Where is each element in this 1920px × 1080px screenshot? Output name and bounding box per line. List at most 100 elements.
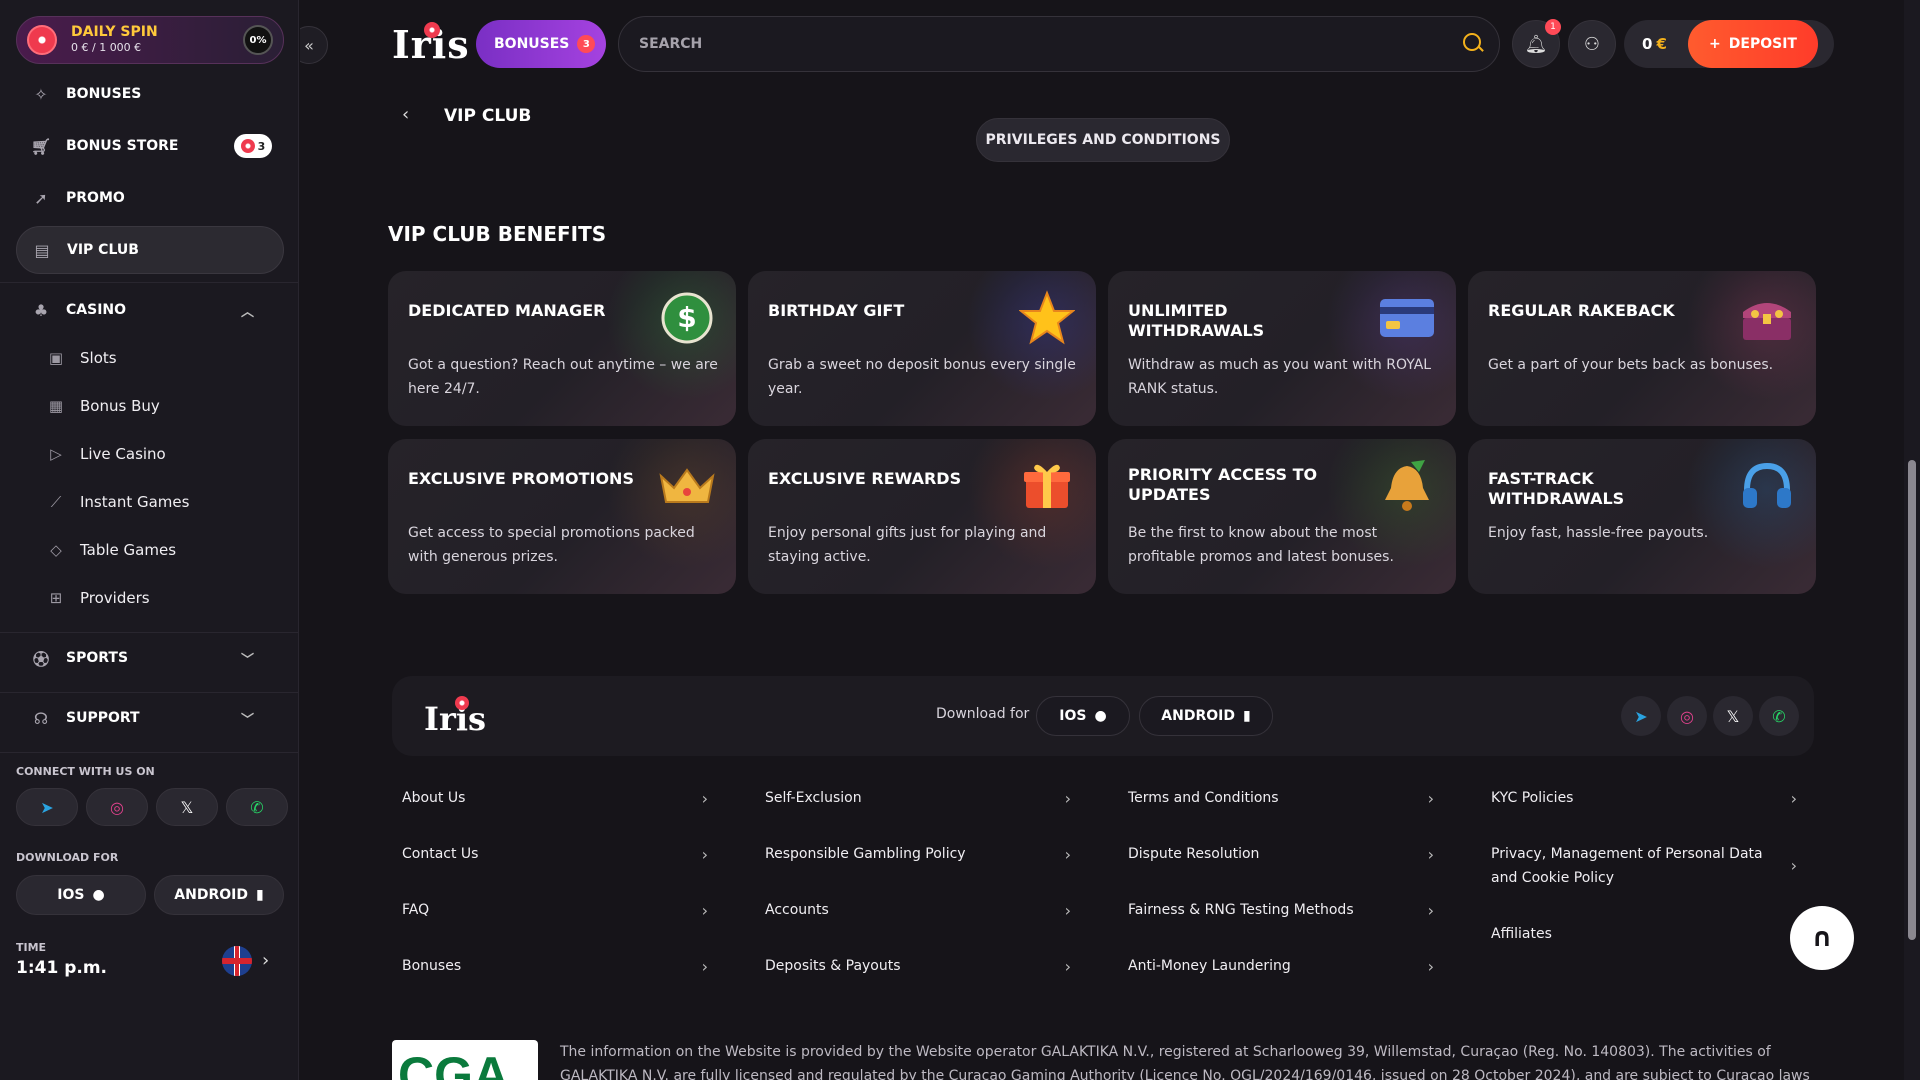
footer-ios-button[interactable]: IOS ● <box>1036 696 1130 736</box>
android-download-button[interactable]: ANDROID ▮ <box>154 875 284 915</box>
profile-button[interactable]: ⚇ <box>1568 20 1616 68</box>
collapse-sidebar-button[interactable]: « <box>300 26 328 64</box>
scrollbar-thumb[interactable] <box>1908 460 1916 940</box>
chevron-down-icon: ﹀ <box>240 712 254 728</box>
sidebar-item-live-casino[interactable]: ▷ Live Casino <box>46 434 166 474</box>
uk-flag-icon[interactable] <box>222 946 252 976</box>
footer-link-deposits-payouts[interactable]: Deposits & Payouts › <box>765 954 1071 978</box>
sidebar-item-vip-club[interactable]: ▤ VIP CLUB <box>16 226 284 274</box>
chevron-left-icon: « <box>304 35 314 55</box>
card-title: FAST-TRACK WITHDRAWALS <box>1488 469 1625 508</box>
search-icon[interactable] <box>1463 33 1481 51</box>
sidebar-item-table-games[interactable]: ◇ Table Games <box>46 530 176 570</box>
footer-link-dispute-resolution[interactable]: Dispute Resolution › <box>1128 842 1434 866</box>
ios-download-button[interactable]: IOS ● <box>16 875 146 915</box>
support-chat-button[interactable]: ∩ <box>1790 906 1854 970</box>
deposit-button[interactable]: + DEPOSIT <box>1688 20 1818 68</box>
cart-icon: 🛒︎ <box>30 136 52 156</box>
footer-android-button[interactable]: ANDROID ▮ <box>1139 696 1273 736</box>
footer-link-terms[interactable]: Terms and Conditions › <box>1128 786 1434 810</box>
search-bar[interactable] <box>618 16 1500 72</box>
headphones-icon <box>1738 457 1796 515</box>
footer-link-accounts[interactable]: Accounts › <box>765 898 1071 922</box>
time-label: TIME <box>16 941 47 954</box>
link-label: Deposits & Payouts <box>765 958 901 974</box>
headset-icon: ☊ <box>33 708 49 728</box>
footer-link-kyc[interactable]: KYC Policies › <box>1491 786 1797 810</box>
telegram-icon[interactable]: ➤ <box>16 788 78 826</box>
link-label: Affiliates <box>1491 926 1552 942</box>
card-title: PRIORITY ACCESS TO UPDATES <box>1128 465 1318 504</box>
sub-item-label: Slots <box>80 349 117 367</box>
footer-link-aml[interactable]: Anti-Money Laundering › <box>1128 954 1434 978</box>
card-title: BIRTHDAY GIFT <box>768 301 905 320</box>
footer-link-privacy[interactable]: Privacy, Management of Personal Data and… <box>1491 842 1797 890</box>
x-icon[interactable]: 𝕏 <box>1713 696 1753 736</box>
cga-logo[interactable]: CGA <box>392 1040 538 1080</box>
deposit-label: DEPOSIT <box>1728 36 1797 52</box>
whatsapp-icon[interactable]: ✆ <box>226 788 288 826</box>
card-desc: Enjoy fast, hassle-free payouts. <box>1488 525 1709 541</box>
footer-link-fairness-rng[interactable]: Fairness & RNG Testing Methods › <box>1128 898 1434 922</box>
gift-box-icon: ▦ <box>48 397 64 415</box>
casino-icon: ♣ <box>33 300 49 320</box>
casino-section-toggle[interactable]: ♣ CASINO ︿ <box>16 286 284 334</box>
sports-section-toggle[interactable]: ⚽︎ SPORTS ﹀ <box>16 634 284 682</box>
balance-amount: 0 <box>1642 35 1653 53</box>
daily-spin-widget[interactable]: DAILY SPIN 0 € / 1 000 € 0% <box>16 16 284 64</box>
android-label: ANDROID <box>1161 708 1235 724</box>
footer-link-bonuses[interactable]: Bonuses › <box>402 954 708 978</box>
bonuses-button[interactable]: BONUSES 3 <box>476 20 606 68</box>
footer-link-contact-us[interactable]: Contact Us › <box>402 842 708 866</box>
chevron-right-icon: › <box>1064 900 1071 920</box>
sub-item-label: Table Games <box>80 541 177 559</box>
sidebar-item-slots[interactable]: ▣ Slots <box>46 338 117 378</box>
social-links: ➤ ◎ 𝕏 ✆ <box>16 788 288 826</box>
play-icon: ▷ <box>50 445 62 463</box>
ios-label: IOS <box>1059 708 1087 724</box>
card-desc: Withdraw as much as you want with ROYAL … <box>1128 357 1432 397</box>
sidebar-item-bonus-store[interactable]: 🛒︎ BONUS STORE 3 <box>16 122 284 170</box>
sidebar-item-promo[interactable]: ➚ PROMO <box>16 174 284 222</box>
privileges-button[interactable]: PRIVILEGES AND CONDITIONS <box>976 118 1230 162</box>
card-desc: Got a question? Reach out anytime – we a… <box>408 357 718 397</box>
bonuses-label: BONUSES <box>494 36 570 52</box>
badge-count: 3 <box>257 139 266 153</box>
footer-link-faq[interactable]: FAQ › <box>402 898 708 922</box>
sidebar-item-instant-games[interactable]: ⟋ Instant Games <box>46 482 190 522</box>
sidebar-item-bonus-buy[interactable]: ▦ Bonus Buy <box>46 386 160 426</box>
instagram-icon[interactable]: ◎ <box>1667 696 1707 736</box>
sidebar-item-providers[interactable]: ⊞ Providers <box>46 578 150 618</box>
sports-label: SPORTS <box>66 650 129 666</box>
star-icon <box>1018 289 1076 347</box>
apple-icon: ● <box>92 887 105 903</box>
benefit-card-exclusive-rewards: EXCLUSIVE REWARDS Enjoy personal gifts j… <box>748 439 1096 594</box>
link-label: Anti-Money Laundering <box>1128 958 1291 974</box>
x-icon[interactable]: 𝕏 <box>156 788 218 826</box>
footer-link-affiliates[interactable]: Affiliates <box>1491 922 1797 946</box>
telegram-icon[interactable]: ➤ <box>1621 696 1661 736</box>
benefit-card-exclusive-promotions: EXCLUSIVE PROMOTIONS Get access to speci… <box>388 439 736 594</box>
page-scrollbar[interactable] <box>1904 0 1920 1080</box>
back-chevron-icon[interactable]: ‹ <box>402 104 409 125</box>
chart-icon: ⟋ <box>50 493 62 511</box>
ball-icon: ⚽︎ <box>32 650 49 669</box>
instagram-icon[interactable]: ◎ <box>86 788 148 826</box>
footer-link-responsible-gambling[interactable]: Responsible Gambling Policy › <box>765 842 1071 866</box>
chevron-right-icon[interactable]: › <box>262 950 269 971</box>
card-desc: Enjoy personal gifts just for playing an… <box>768 525 1047 565</box>
credit-card-icon <box>1378 289 1436 347</box>
footer-link-self-exclusion[interactable]: Self-Exclusion › <box>765 786 1071 810</box>
notifications-button[interactable]: 🔔︎ 1 <box>1512 19 1561 68</box>
support-section-toggle[interactable]: ☊ SUPPORT ﹀ <box>16 694 284 742</box>
headset-icon: ∩ <box>1811 923 1833 953</box>
notification-badge: 1 <box>1545 19 1561 35</box>
user-icon: ⚇ <box>1583 33 1601 55</box>
sidebar-item-label: BONUS STORE <box>66 138 179 154</box>
sidebar-item-bonuses[interactable]: ✧ BONUSES <box>16 70 284 118</box>
download-buttons: IOS ● ANDROID ▮ <box>16 875 284 915</box>
search-input[interactable] <box>639 36 1439 52</box>
whatsapp-icon[interactable]: ✆ <box>1759 696 1799 736</box>
footer-link-about-us[interactable]: About Us › <box>402 786 708 810</box>
plus-icon: + <box>1709 36 1721 52</box>
